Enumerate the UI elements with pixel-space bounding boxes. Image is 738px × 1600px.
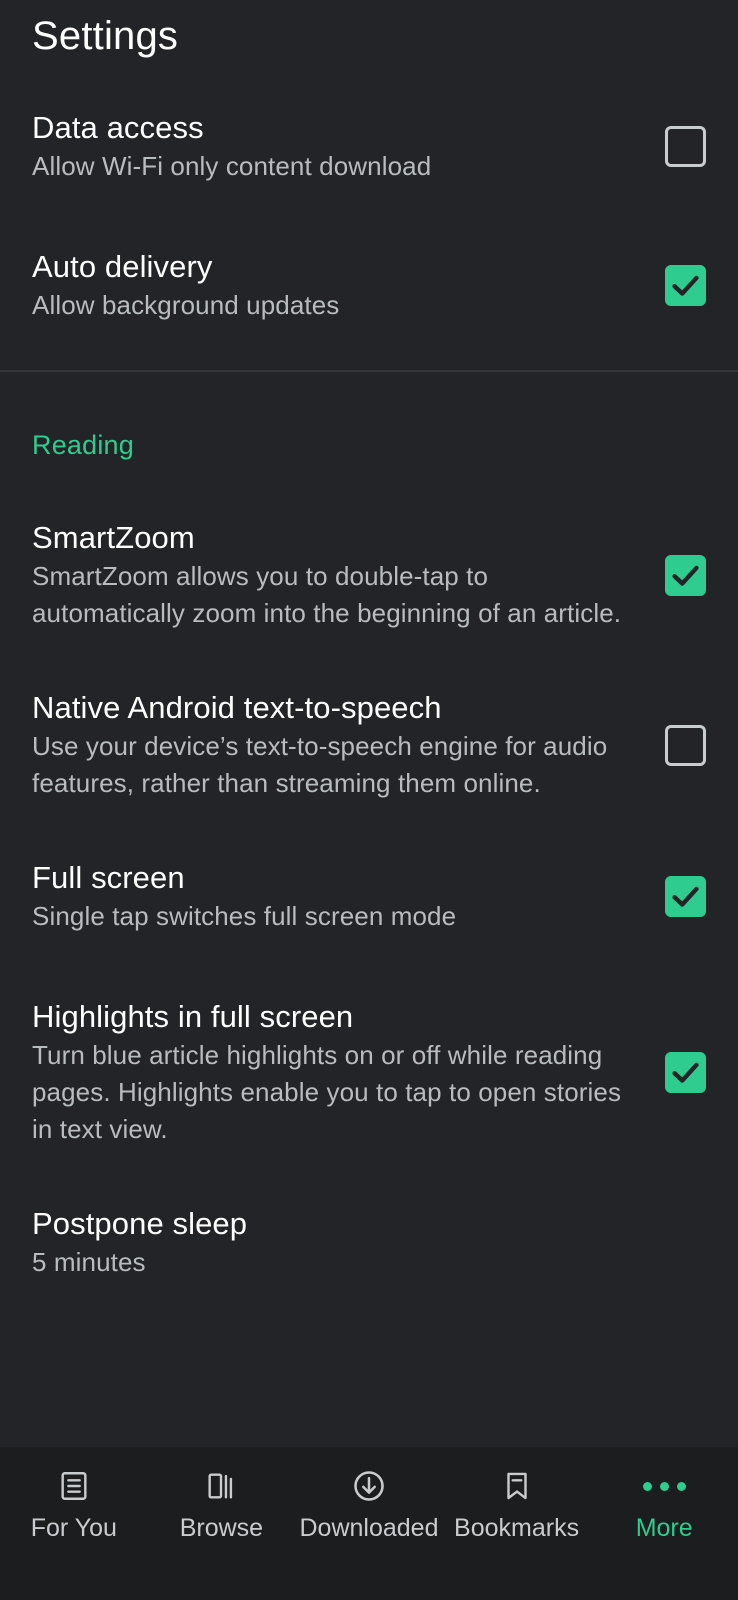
- nav-item-browse[interactable]: Browse: [148, 1465, 296, 1544]
- page-title: Settings: [32, 14, 179, 58]
- setting-title: Auto delivery: [32, 249, 213, 284]
- checkbox-auto-delivery[interactable]: [665, 265, 706, 306]
- nav-item-for-you[interactable]: For You: [0, 1465, 148, 1544]
- setting-description: Allow background updates: [32, 290, 340, 320]
- setting-title: Postpone sleep: [32, 1206, 248, 1241]
- setting-row-highlights[interactable]: Highlights in full screen Turn blue arti…: [32, 997, 706, 1148]
- checkbox-data-access[interactable]: [665, 126, 706, 167]
- setting-row-full-screen[interactable]: Full screen Single tap switches full scr…: [32, 858, 706, 935]
- nav-label: For You: [30, 1514, 117, 1542]
- dot: [676, 1481, 686, 1491]
- setting-row-native-tts[interactable]: Native Android text-to-speech Use your d…: [32, 688, 706, 802]
- dot: [642, 1481, 652, 1491]
- setting-text-block: Data access Allow Wi-Fi only content dow…: [32, 108, 647, 185]
- download-circle-icon: [348, 1465, 390, 1507]
- section-header-reading: Reading: [32, 430, 134, 460]
- setting-text-block: Auto delivery Allow background updates: [32, 247, 647, 324]
- more-dots-icon: [642, 1465, 686, 1507]
- bookmark-icon: [496, 1465, 538, 1507]
- nav-label: More: [635, 1514, 693, 1542]
- checkbox-native-tts[interactable]: [665, 724, 706, 766]
- bottom-navigation-bar: For You Browse Downloaded Bookmarks More: [0, 1447, 738, 1600]
- settings-scroll-area[interactable]: Settings Data access Allow Wi-Fi only co…: [0, 0, 738, 1447]
- setting-text-block: SmartZoom SmartZoom allows you to double…: [32, 518, 647, 632]
- dots-group: [642, 1481, 686, 1491]
- setting-row-smartzoom[interactable]: SmartZoom SmartZoom allows you to double…: [32, 518, 706, 632]
- setting-text-block: Full screen Single tap switches full scr…: [32, 858, 647, 935]
- nav-item-bookmarks[interactable]: Bookmarks: [443, 1465, 591, 1544]
- setting-description: Turn blue article highlights on or off w…: [32, 1040, 622, 1144]
- nav-label: Bookmarks: [454, 1514, 580, 1542]
- setting-title: Full screen: [32, 860, 185, 895]
- setting-title: Highlights in full screen: [32, 999, 354, 1034]
- setting-row-auto-delivery[interactable]: Auto delivery Allow background updates: [32, 247, 706, 324]
- setting-value: 5 minutes: [32, 1247, 146, 1277]
- setting-text-block: Highlights in full screen Turn blue arti…: [32, 997, 647, 1148]
- setting-title: SmartZoom: [32, 520, 195, 555]
- checkbox-highlights[interactable]: [665, 1052, 706, 1093]
- books-icon: [200, 1465, 242, 1507]
- setting-text-block: Postpone sleep 5 minutes: [32, 1204, 706, 1281]
- dot: [659, 1481, 669, 1491]
- checkbox-smartzoom[interactable]: [665, 554, 706, 596]
- nav-item-more[interactable]: More: [590, 1465, 738, 1544]
- checkbox-full-screen[interactable]: [665, 876, 706, 917]
- setting-description: Use your device’s text-to-speech engine …: [32, 731, 608, 798]
- setting-row-data-access[interactable]: Data access Allow Wi-Fi only content dow…: [32, 108, 706, 185]
- setting-row-postpone-sleep[interactable]: Postpone sleep 5 minutes: [32, 1204, 706, 1281]
- nav-item-downloaded[interactable]: Downloaded: [295, 1465, 443, 1544]
- setting-title: Data access: [32, 110, 204, 145]
- settings-screen: Settings Data access Allow Wi-Fi only co…: [0, 0, 738, 1600]
- setting-description: Single tap switches full screen mode: [32, 901, 457, 931]
- nav-label: Browse: [179, 1514, 264, 1542]
- setting-description: SmartZoom allows you to double-tap to au…: [32, 561, 622, 628]
- nav-label: Downloaded: [299, 1514, 439, 1542]
- setting-text-block: Native Android text-to-speech Use your d…: [32, 688, 647, 802]
- setting-description: Allow Wi-Fi only content download: [32, 151, 432, 181]
- article-list-icon: [53, 1465, 95, 1507]
- setting-title: Native Android text-to-speech: [32, 690, 442, 725]
